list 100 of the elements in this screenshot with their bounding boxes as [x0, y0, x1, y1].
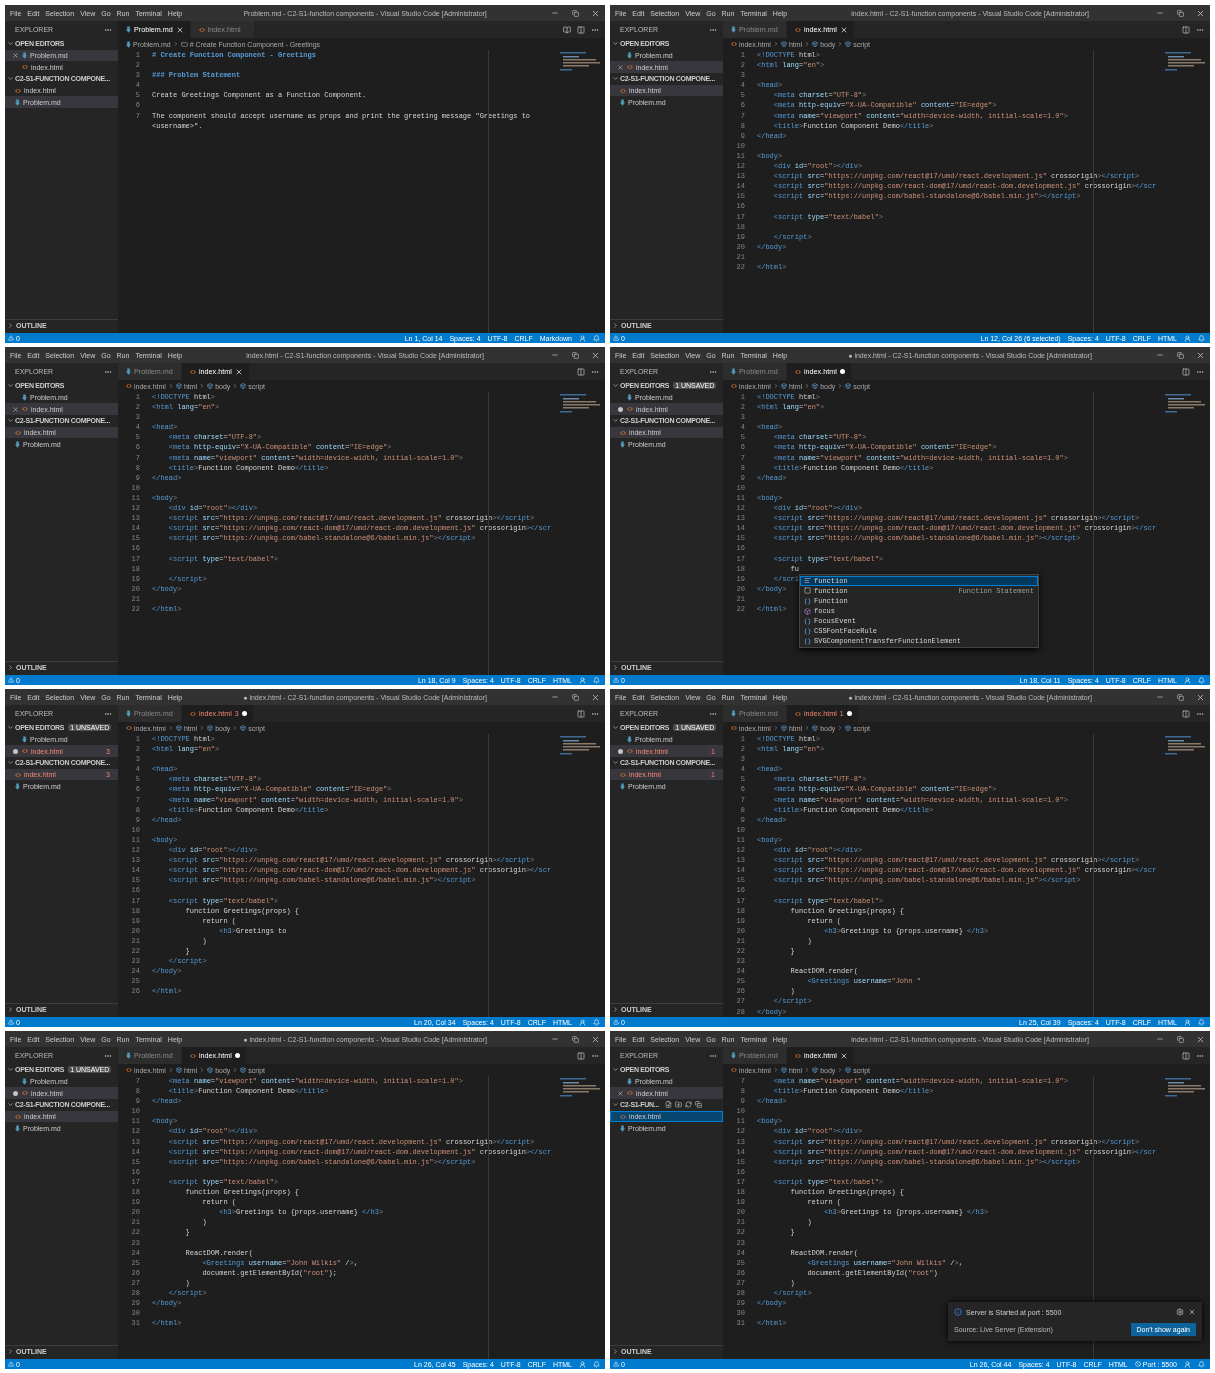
close-icon: [1195, 8, 1205, 18]
cube-icon: [780, 383, 787, 389]
bell-icon[interactable]: [1198, 1018, 1205, 1026]
minus-icon: [1156, 693, 1164, 701]
settings-icon[interactable]: [1176, 1308, 1184, 1316]
chevron-down-icon: [7, 417, 14, 425]
chevron-down-icon: [7, 759, 14, 767]
split-editor-icon[interactable]: [1182, 709, 1190, 718]
chevron-right-icon: [612, 1348, 619, 1355]
cube-icon: [812, 383, 819, 389]
person-icon[interactable]: [579, 676, 586, 684]
cube-icon: [845, 383, 852, 389]
warning-icon: [613, 1361, 619, 1367]
cube-icon: [207, 725, 214, 731]
close-icon[interactable]: [11, 405, 19, 413]
split-editor-icon[interactable]: [1182, 367, 1190, 376]
split-editor-icon[interactable]: [1182, 1051, 1190, 1060]
cube-icon: [175, 725, 182, 731]
arrow-down-icon: [22, 52, 27, 60]
close-icon[interactable]: [175, 25, 184, 34]
split-editor-icon[interactable]: [577, 367, 585, 376]
book-icon[interactable]: [563, 25, 571, 34]
arrow-down-icon: [620, 440, 625, 448]
person-icon[interactable]: [1184, 676, 1191, 684]
bell-icon[interactable]: [593, 1018, 600, 1026]
refresh-icon[interactable]: [684, 1101, 692, 1109]
chevron-down-icon: [612, 40, 619, 48]
close-icon[interactable]: [1188, 1308, 1196, 1316]
chevron-right-icon: [167, 1067, 174, 1073]
chevron-right-icon: [837, 41, 844, 47]
warning-icon: [613, 335, 619, 341]
close-icon[interactable]: [839, 1051, 848, 1060]
cube-icon: [207, 1067, 214, 1073]
arrow-down-icon: [15, 440, 20, 448]
chevron-right-icon: [199, 1067, 206, 1073]
split-editor-icon[interactable]: [577, 25, 585, 34]
person-icon[interactable]: [1184, 1360, 1191, 1368]
chevron-right-icon: [172, 41, 179, 47]
minus-icon: [551, 693, 559, 701]
collapse-icon[interactable]: [694, 1101, 702, 1109]
chevron-right-icon: [612, 322, 619, 329]
chevron-down-icon: [7, 75, 14, 83]
chevron-right-icon: [7, 322, 14, 329]
braces-icon: [804, 637, 811, 645]
person-icon[interactable]: [579, 1360, 586, 1368]
new-file-icon[interactable]: [664, 1101, 672, 1109]
minus-icon: [551, 1035, 559, 1043]
close-icon[interactable]: [11, 52, 19, 60]
cube-icon: [175, 1067, 182, 1073]
bell-icon[interactable]: [1198, 1360, 1205, 1368]
chevron-down-icon: [7, 1066, 14, 1074]
person-icon[interactable]: [1184, 334, 1191, 342]
restore-icon: [571, 1035, 579, 1043]
cube-icon: [780, 1067, 787, 1073]
chevron-down-icon: [612, 759, 619, 767]
arrow-down-icon: [620, 782, 625, 790]
minus-icon: [1156, 351, 1164, 359]
bell-icon[interactable]: [593, 676, 600, 684]
chevron-right-icon: [199, 383, 206, 389]
split-editor-icon[interactable]: [577, 709, 585, 718]
close-icon[interactable]: [616, 63, 624, 71]
info-icon: [954, 1308, 962, 1316]
arrow-down-icon: [126, 1052, 131, 1059]
bell-icon[interactable]: [593, 1360, 600, 1368]
arrow-down-icon: [627, 394, 632, 402]
chevron-right-icon: [837, 1067, 844, 1073]
cube-icon: [175, 383, 182, 389]
person-icon[interactable]: [579, 1018, 586, 1026]
split-editor-icon[interactable]: [1182, 25, 1190, 34]
arrow-down-icon: [627, 52, 632, 60]
cube-icon: [845, 1067, 852, 1073]
arrow-down-icon: [627, 736, 632, 744]
restore-icon: [571, 9, 579, 17]
chevron-right-icon: [772, 383, 779, 389]
new-folder-icon[interactable]: [674, 1101, 682, 1109]
close-icon: [590, 8, 600, 18]
cube-icon: [780, 41, 787, 47]
close-icon[interactable]: [839, 25, 848, 34]
chevron-down-icon: [7, 1101, 14, 1109]
person-icon[interactable]: [1184, 1018, 1191, 1026]
restore-icon: [1176, 693, 1184, 701]
cube-icon: [812, 725, 819, 731]
arrow-down-icon: [731, 710, 736, 717]
restore-icon: [1176, 351, 1184, 359]
bell-icon[interactable]: [593, 334, 600, 342]
bell-icon[interactable]: [1198, 334, 1205, 342]
arrow-down-icon: [620, 98, 625, 106]
chevron-right-icon: [7, 1006, 14, 1013]
person-icon[interactable]: [579, 334, 586, 342]
cube-icon: [240, 725, 247, 731]
cube-icon: [812, 1067, 819, 1073]
chevron-down-icon: [7, 40, 14, 48]
arrow-down-icon: [22, 394, 27, 402]
chevron-right-icon: [167, 725, 174, 731]
split-editor-icon[interactable]: [577, 1051, 585, 1060]
bell-icon[interactable]: [1198, 676, 1205, 684]
close-icon[interactable]: [234, 367, 243, 376]
close-icon[interactable]: [616, 1089, 624, 1097]
braces-icon: [804, 617, 811, 625]
chevron-right-icon: [7, 664, 14, 671]
